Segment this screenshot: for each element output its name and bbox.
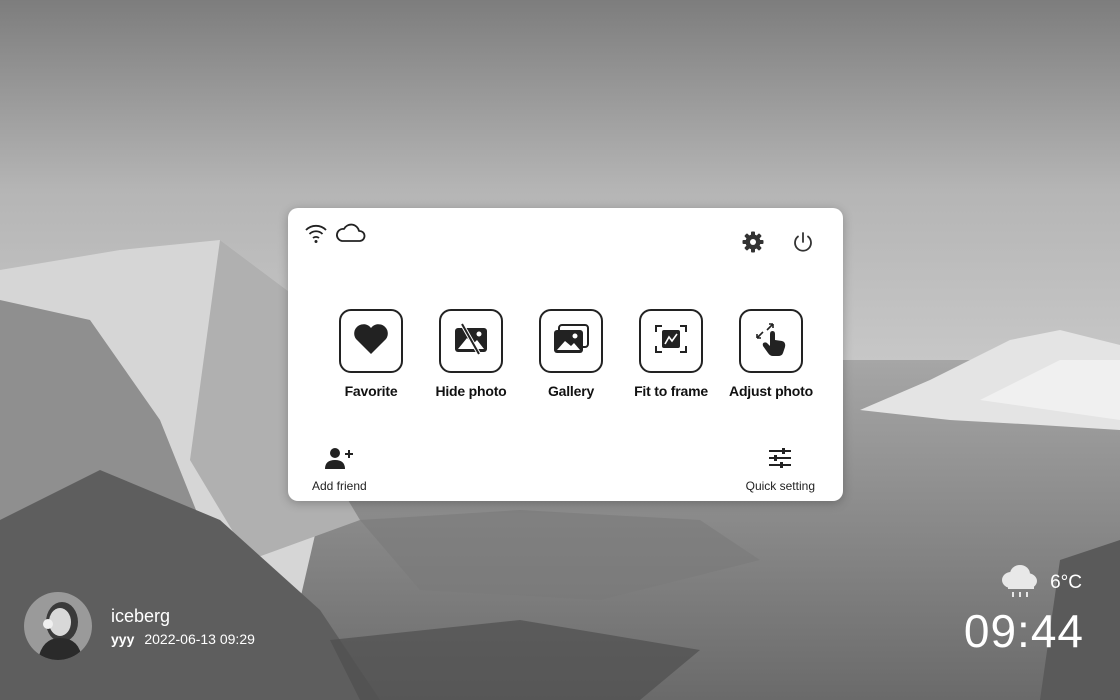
power-button[interactable] [791, 230, 815, 259]
top-actions [741, 230, 815, 259]
tile-icon-box [639, 309, 703, 373]
adjust-photo-label: Adjust photo [729, 383, 813, 399]
adjust-hand-icon [751, 320, 791, 363]
tile-icon-box [339, 309, 403, 373]
favorite-label: Favorite [344, 383, 398, 399]
quick-setting-button[interactable]: Quick setting [746, 446, 815, 493]
photo-meta: yyy 2022-06-13 09:29 [111, 631, 255, 647]
add-friend-label: Add friend [312, 479, 367, 493]
fit-to-frame-button[interactable]: Fit to frame [621, 309, 721, 399]
status-icons [304, 222, 366, 249]
gallery-label: Gallery [547, 383, 595, 399]
photo-timestamp: 2022-06-13 09:29 [144, 630, 255, 647]
power-icon [791, 230, 815, 259]
hide-photo-label: Hide photo [435, 383, 507, 399]
favorite-button[interactable]: Favorite [321, 309, 421, 399]
hide-photo-button[interactable]: Hide photo [421, 309, 521, 399]
avatar[interactable] [24, 592, 92, 660]
weather-widget: 6°C [998, 560, 1082, 605]
fit-to-frame-label: Fit to frame [634, 383, 708, 399]
control-panel: Favorite Hide photo Gallery Fit to frame… [288, 208, 843, 501]
gallery-icon [551, 322, 591, 361]
tile-icon-box [439, 309, 503, 373]
clock: 09:44 [963, 605, 1084, 657]
settings-gear-icon [741, 230, 765, 259]
photo-info-text: iceberg yyy 2022-06-13 09:29 [111, 606, 255, 647]
tile-icon-box [739, 309, 803, 373]
gallery-button[interactable]: Gallery [521, 309, 621, 399]
tile-icon-box [539, 309, 603, 373]
hide-photo-icon [452, 322, 490, 361]
add-friend-button[interactable]: Add friend [312, 446, 367, 493]
photo-frame-screen: Favorite Hide photo Gallery Fit to frame… [0, 0, 1120, 700]
photo-info: iceberg yyy 2022-06-13 09:29 [24, 592, 255, 660]
cloud-icon [334, 222, 366, 249]
heart-icon [352, 322, 390, 361]
adjust-photo-button[interactable]: Adjust photo [721, 309, 821, 399]
settings-button[interactable] [741, 230, 765, 259]
photo-caption: iceberg [111, 605, 171, 626]
cloud-rain-icon [998, 560, 1040, 605]
fit-frame-icon [652, 322, 690, 361]
sliders-icon [767, 446, 793, 475]
sender-name: yyy [111, 630, 135, 647]
action-tiles: Favorite Hide photo Gallery Fit to frame… [321, 309, 821, 399]
temperature: 6°C [1050, 571, 1082, 593]
wifi-icon [304, 222, 328, 249]
add-user-icon [323, 446, 355, 475]
quick-setting-label: Quick setting [745, 479, 815, 493]
